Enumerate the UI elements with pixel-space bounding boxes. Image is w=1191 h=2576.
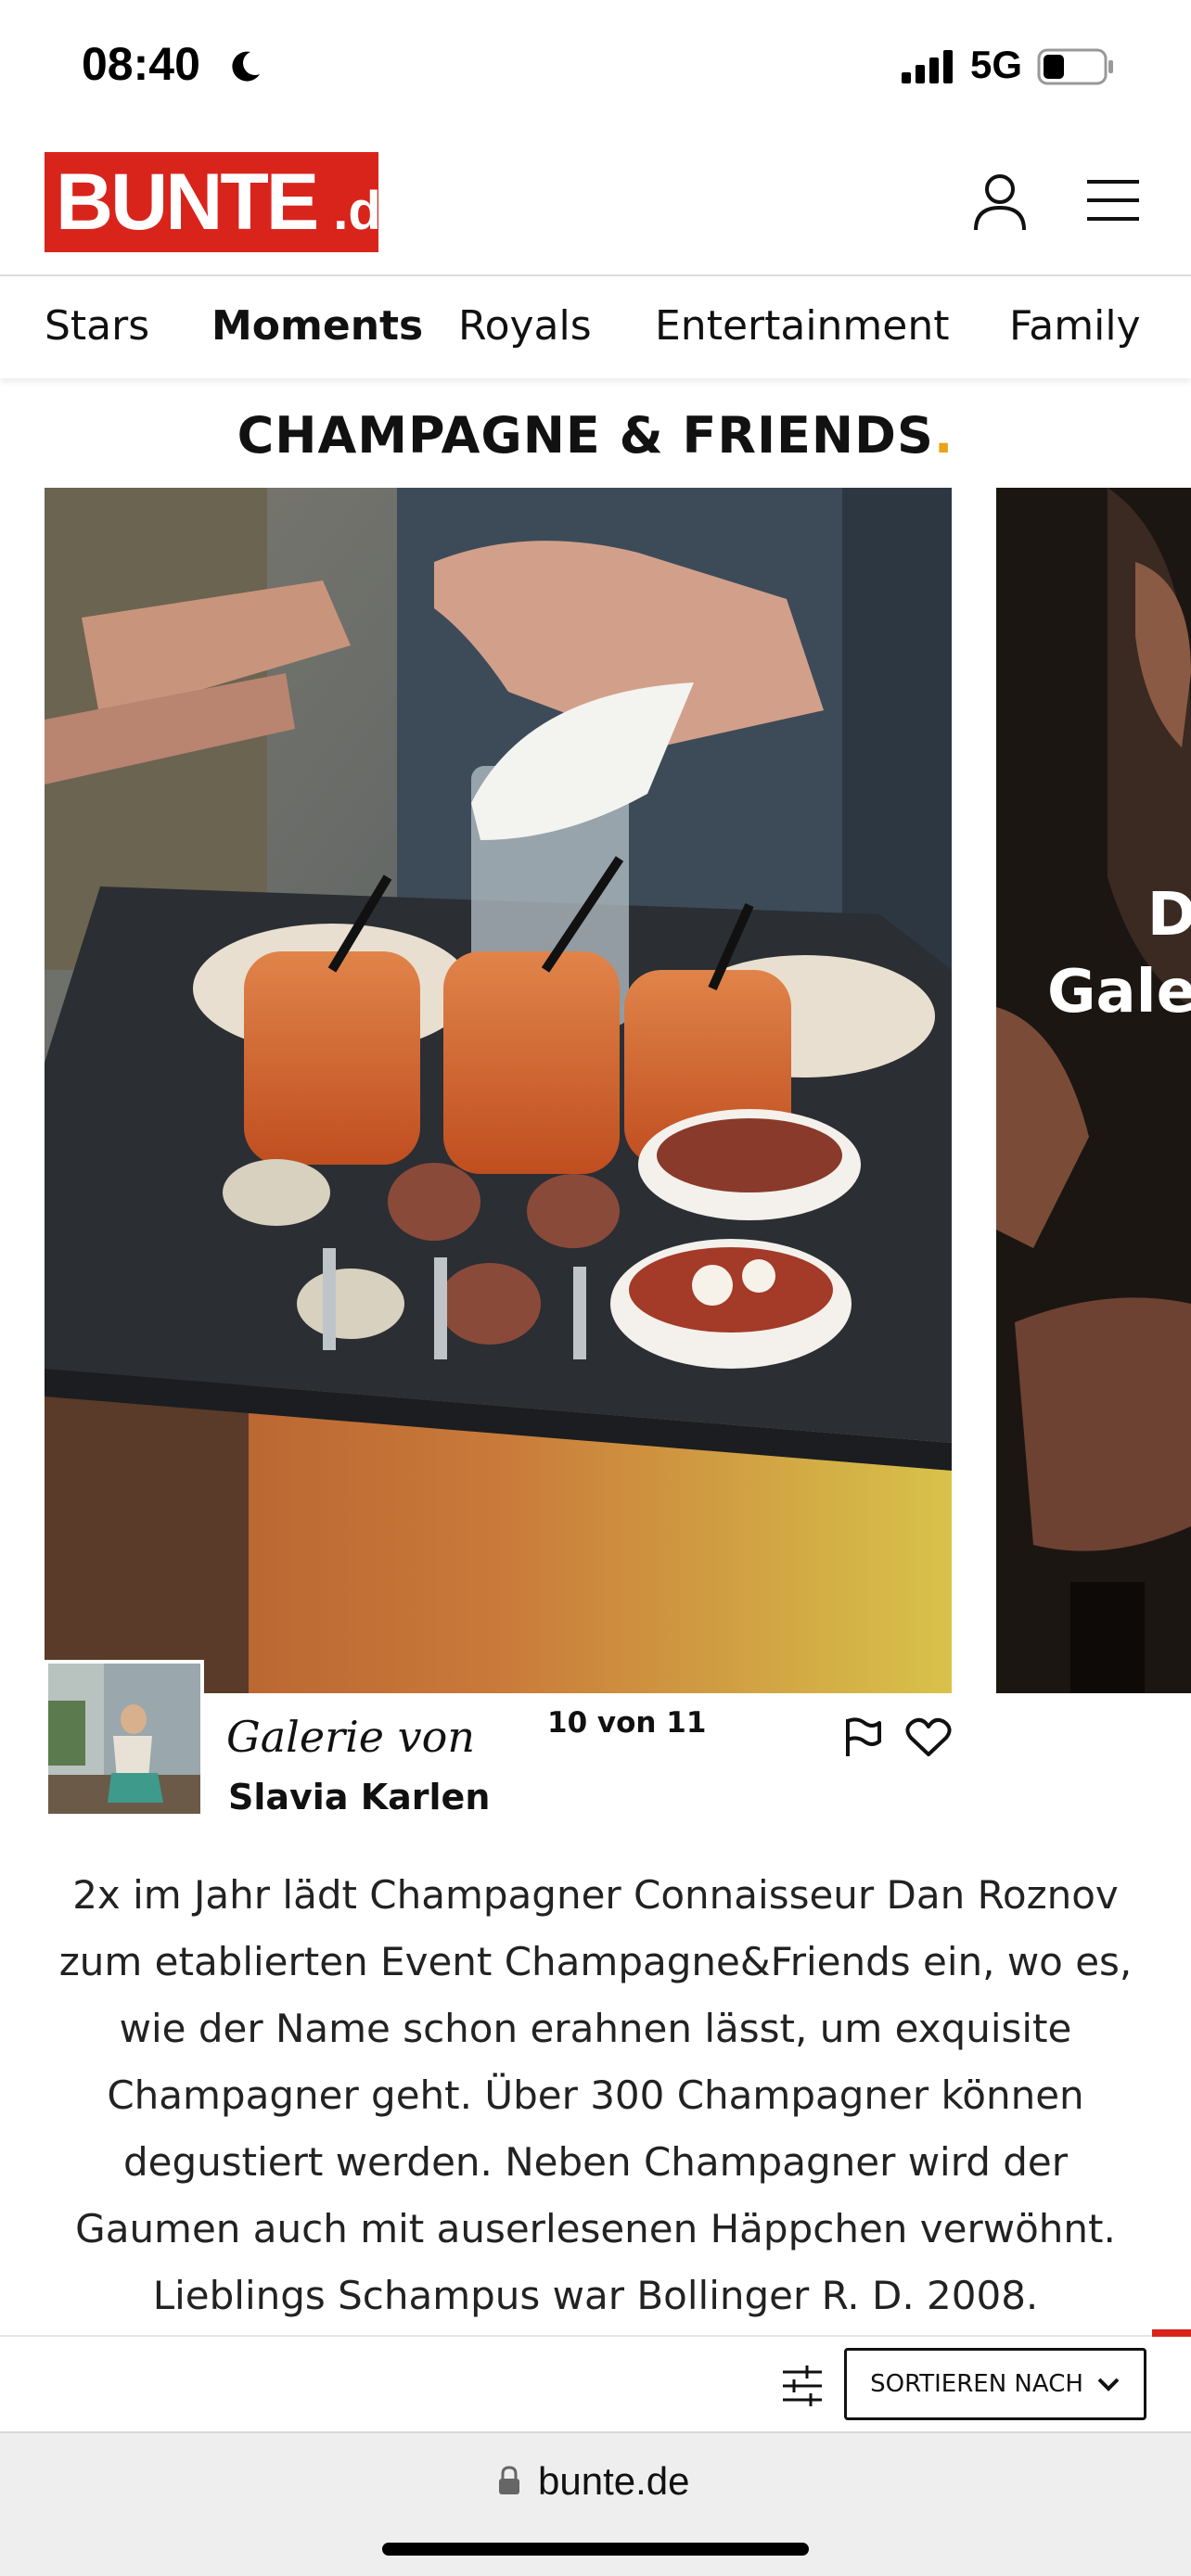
next-caption-line1: D [1146,881,1191,950]
heart-icon[interactable] [905,1717,952,1758]
next-gallery-caption: D Gale [1047,877,1191,1031]
status-time: 08:40 [82,38,200,90]
author-avatar[interactable] [45,1660,204,1817]
section-title-text: CHAMPAGNE & FRIENDS [237,406,934,465]
gallery-counter: 10 von 11 [547,1706,707,1740]
site-header: BUNTE .de [0,139,1191,276]
category-nav: Stars Moments Royals Entertainment Famil… [0,276,1191,378]
next-caption-line2: Gale [1046,958,1191,1027]
filter-sliders-icon[interactable] [779,2363,826,2409]
url-text: bunte.de [538,2459,690,2503]
user-icon[interactable] [972,172,1028,232]
sort-bar: SORTIEREN NACH [0,2329,1191,2431]
logo-main-text: BUNTE [56,158,319,247]
signal-icon [902,50,953,83]
author-avatar-photo [48,1664,200,1814]
battery-icon [1037,48,1113,85]
tab-family[interactable]: Family [1009,302,1141,350]
section-title: CHAMPAGNE & FRIENDS. [0,406,1191,465]
sort-button[interactable]: SORTIEREN NACH [844,2348,1146,2420]
home-indicator[interactable] [382,2543,809,2556]
gallery-author-prefix: Galerie von [226,1712,475,1762]
menu-icon[interactable] [1085,176,1141,224]
gallery-photo [45,488,952,1693]
flag-icon[interactable] [842,1715,883,1758]
tab-moments[interactable]: Moments [211,302,423,350]
status-bar: 08:40 5G [0,0,1191,139]
chevron-down-icon [1097,2378,1120,2391]
logo-sub-text: .de [333,180,412,241]
next-gallery-photo [996,488,1191,1693]
tab-entertainment[interactable]: Entertainment [655,302,950,350]
lock-icon [499,2466,519,2494]
red-accent-bar [1152,2329,1191,2337]
gallery-image[interactable] [45,488,952,1693]
bunte-logo[interactable]: BUNTE .de [45,152,411,252]
moon-icon [232,51,260,82]
next-gallery-card[interactable]: D Gale [996,488,1191,1693]
gallery-description: 2x im Jahr lädt Champagner Connaisseur D… [58,1872,1133,2318]
tab-royals[interactable]: Royals [458,302,592,350]
network-label: 5G [970,43,1023,86]
tab-stars[interactable]: Stars [45,302,149,350]
section-title-dot: . [933,406,954,465]
browser-url-bar[interactable]: bunte.de [0,2431,1191,2576]
sort-button-label: SORTIEREN NACH [870,2370,1083,2398]
gallery-author-name[interactable]: Slavia Karlen [228,1777,490,1817]
